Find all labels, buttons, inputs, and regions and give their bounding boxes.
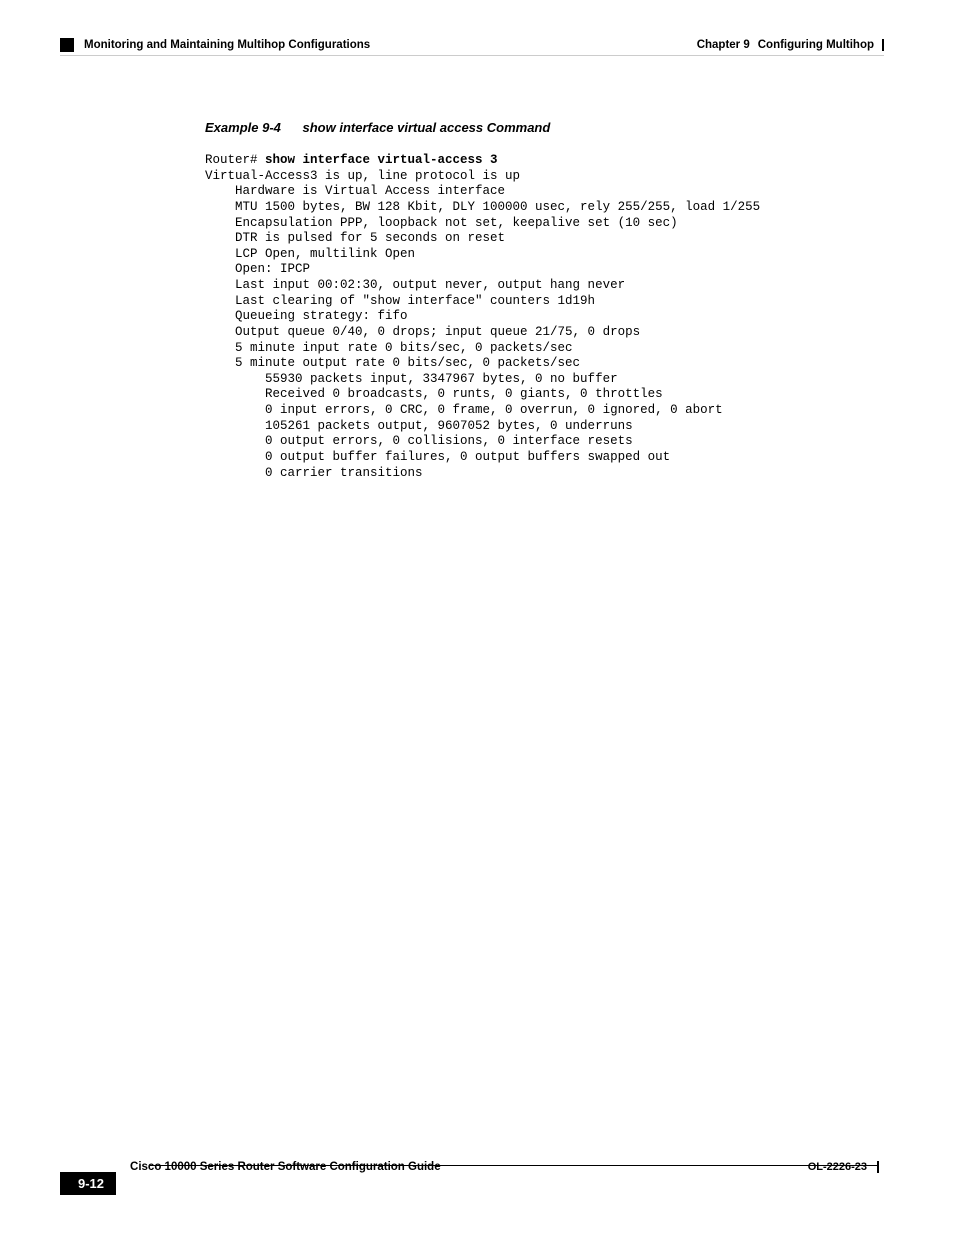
header-bar-icon bbox=[882, 39, 884, 51]
footer-left-group: 9-12 Cisco 10000 Series Router Software … bbox=[60, 1172, 441, 1195]
example-heading: Example 9-4 show interface virtual acces… bbox=[205, 120, 844, 135]
main-content: Example 9-4 show interface virtual acces… bbox=[205, 120, 844, 481]
command-output: Virtual-Access3 is up, line protocol is … bbox=[205, 169, 760, 480]
page-footer: 9-12 Cisco 10000 Series Router Software … bbox=[60, 1165, 879, 1195]
guide-title: Cisco 10000 Series Router Software Confi… bbox=[130, 1161, 441, 1173]
router-prompt: Router# bbox=[205, 153, 265, 167]
footer-right-group: OL-2226-23 bbox=[808, 1161, 879, 1173]
header-left-group: Monitoring and Maintaining Multihop Conf… bbox=[60, 38, 370, 52]
example-label: Example 9-4 bbox=[205, 120, 281, 135]
section-title: Monitoring and Maintaining Multihop Conf… bbox=[84, 39, 370, 51]
page-header: Monitoring and Maintaining Multihop Conf… bbox=[60, 38, 884, 52]
chapter-number: Chapter 9 bbox=[697, 39, 750, 51]
footer-bar-icon bbox=[877, 1161, 879, 1173]
command-text: show interface virtual-access 3 bbox=[265, 153, 498, 167]
header-right-group: Chapter 9 Configuring Multihop bbox=[697, 39, 884, 51]
header-marker-icon bbox=[60, 38, 74, 52]
header-divider bbox=[60, 55, 884, 56]
footer-row: 9-12 Cisco 10000 Series Router Software … bbox=[60, 1172, 879, 1195]
document-code: OL-2226-23 bbox=[808, 1161, 867, 1173]
code-output: Router# show interface virtual-access 3 … bbox=[205, 153, 844, 481]
page-number-badge: 9-12 bbox=[60, 1172, 116, 1195]
chapter-title: Configuring Multihop bbox=[758, 39, 874, 51]
example-title: show interface virtual access Command bbox=[303, 120, 551, 135]
